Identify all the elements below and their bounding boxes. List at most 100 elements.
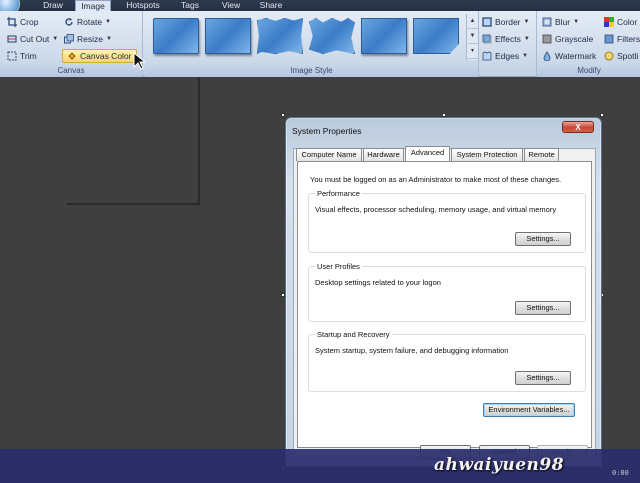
color-button[interactable]: Color: [604, 15, 637, 29]
blur-button[interactable]: Blur ▼: [542, 15, 579, 29]
environment-variables-button[interactable]: Environment Variables...: [483, 403, 575, 417]
canvas-color-label: Canvas Color: [80, 51, 132, 61]
watermark-icon: [543, 51, 551, 61]
user-profiles-section: User Profiles Desktop settings related t…: [308, 262, 586, 322]
ribbon: Crop Rotate ▼ Cut Out ▼ Resize ▼ Trim Ca…: [0, 11, 640, 77]
edges-button[interactable]: Edges ▼: [482, 49, 528, 63]
canvas-guide-line: [67, 203, 200, 205]
watermark-label: Watermark: [555, 51, 597, 61]
dialog-title: System Properties: [292, 126, 362, 136]
border-button[interactable]: Border ▼: [482, 15, 529, 29]
admin-note: You must be logged on as an Administrato…: [310, 175, 562, 184]
resize-button[interactable]: Resize ▼: [64, 32, 112, 46]
style-thumb-jagged[interactable]: [309, 18, 355, 54]
modify-group: Blur ▼ Color Grayscale Filters Watermark…: [538, 11, 640, 77]
grayscale-label: Grayscale: [555, 34, 594, 44]
performance-section: Performance Visual effects, processor sc…: [308, 189, 586, 253]
tab-draw[interactable]: Draw: [36, 0, 70, 11]
user-profiles-settings-button[interactable]: Settings...: [515, 301, 571, 315]
canvas-color-button[interactable]: Canvas Color: [62, 49, 137, 63]
border-label: Border: [495, 17, 521, 27]
chevron-down-icon: ▼: [523, 19, 530, 25]
crop-icon: [7, 17, 17, 27]
tab-hotspots[interactable]: Hotspots: [118, 0, 168, 11]
style-thumb-shadow[interactable]: [205, 18, 251, 54]
border-icon: [482, 17, 492, 27]
trim-label: Trim: [20, 51, 37, 61]
blur-label: Blur: [555, 17, 571, 27]
chevron-down-icon: ▼: [105, 19, 111, 25]
edges-label: Edges: [495, 51, 520, 61]
image-style-group-label: Image Style: [145, 65, 478, 77]
color-icon: [604, 17, 614, 27]
resize-handle[interactable]: [600, 113, 604, 117]
ribbon-tab-strip: Draw Image Hotspots Tags View Share: [0, 0, 640, 16]
spotlight-label: Spotli: [617, 51, 639, 61]
edges-icon: [482, 51, 492, 61]
gallery-down-icon[interactable]: ▼: [467, 29, 478, 44]
cut-out-icon: [7, 35, 17, 43]
tab-share[interactable]: Share: [254, 0, 288, 11]
watermark-button[interactable]: Watermark: [542, 49, 596, 63]
style-thumb-plain[interactable]: [153, 18, 199, 54]
filters-icon: [604, 34, 614, 44]
image-style-gallery: [147, 14, 467, 60]
crop-button[interactable]: Crop: [7, 15, 38, 29]
user-profiles-desc: Desktop settings related to your logon: [315, 278, 441, 287]
chevron-down-icon: ▼: [523, 36, 530, 42]
playback-time: 0:00: [612, 469, 629, 477]
grayscale-button[interactable]: Grayscale: [542, 32, 593, 46]
tab-tags[interactable]: Tags: [173, 0, 207, 11]
gallery-scroll[interactable]: ▲ ▼ ▾: [466, 14, 478, 60]
resize-label: Resize: [77, 34, 103, 44]
performance-settings-button[interactable]: Settings...: [515, 232, 571, 246]
effects-button[interactable]: Effects ▼: [482, 32, 530, 46]
canvas-group-label: Canvas: [0, 65, 142, 77]
style-thumb-torn[interactable]: [257, 18, 303, 54]
mouse-cursor-icon: [133, 52, 145, 70]
tab-hardware[interactable]: Hardware: [363, 148, 404, 161]
tab-remote[interactable]: Remote: [524, 148, 559, 161]
startup-recovery-settings-button[interactable]: Settings...: [515, 371, 571, 385]
modify-group-label: Modify: [538, 65, 640, 77]
tab-advanced[interactable]: Advanced: [405, 146, 450, 161]
resize-handle[interactable]: [281, 113, 285, 117]
effects-icon: [482, 34, 492, 44]
cut-out-label: Cut Out: [20, 34, 50, 44]
startup-recovery-section: Startup and Recovery System startup, sys…: [308, 330, 586, 392]
tab-view[interactable]: View: [214, 0, 248, 11]
tab-system-protection[interactable]: System Protection: [451, 148, 523, 161]
close-icon[interactable]: X: [562, 121, 594, 133]
rotate-label: Rotate: [77, 17, 103, 27]
cut-out-button[interactable]: Cut Out ▼: [7, 32, 58, 46]
performance-title: Performance: [315, 189, 362, 198]
tab-computer-name[interactable]: Computer Name: [296, 148, 362, 161]
image-style-group: ▲ ▼ ▾ Image Style: [145, 11, 479, 77]
user-profiles-title: User Profiles: [315, 262, 362, 271]
resize-icon: [64, 34, 74, 44]
trim-icon: [7, 51, 17, 61]
advanced-tab-panel: You must be logged on as an Administrato…: [297, 161, 592, 448]
filters-label: Filters: [617, 34, 640, 44]
chevron-down-icon: ▼: [522, 53, 529, 59]
style-thumb-page-curl[interactable]: [413, 18, 459, 54]
grayscale-icon: [542, 34, 552, 44]
effects-label: Effects: [495, 34, 521, 44]
filters-button[interactable]: Filters: [604, 32, 640, 46]
paint-bucket-icon: [68, 52, 76, 60]
spotlight-icon: [604, 51, 614, 61]
system-properties-dialog: System Properties X Computer Name Hardwa…: [285, 117, 602, 467]
canvas-guide-line: [198, 77, 200, 205]
performance-desc: Visual effects, processor scheduling, me…: [315, 205, 557, 214]
spotlight-button[interactable]: Spotli: [604, 49, 638, 63]
crop-label: Crop: [20, 17, 39, 27]
tab-image[interactable]: Image: [75, 0, 111, 11]
gallery-up-icon[interactable]: ▲: [467, 14, 478, 29]
trim-button[interactable]: Trim: [7, 49, 37, 63]
startup-recovery-title: Startup and Recovery: [315, 330, 392, 339]
style-thumb-perspective[interactable]: [361, 18, 407, 54]
rotate-icon: [65, 18, 73, 26]
gallery-more-icon[interactable]: ▾: [467, 44, 478, 59]
canvas-group: Crop Rotate ▼ Cut Out ▼ Resize ▼ Trim Ca…: [0, 11, 143, 77]
rotate-button[interactable]: Rotate ▼: [64, 15, 111, 29]
